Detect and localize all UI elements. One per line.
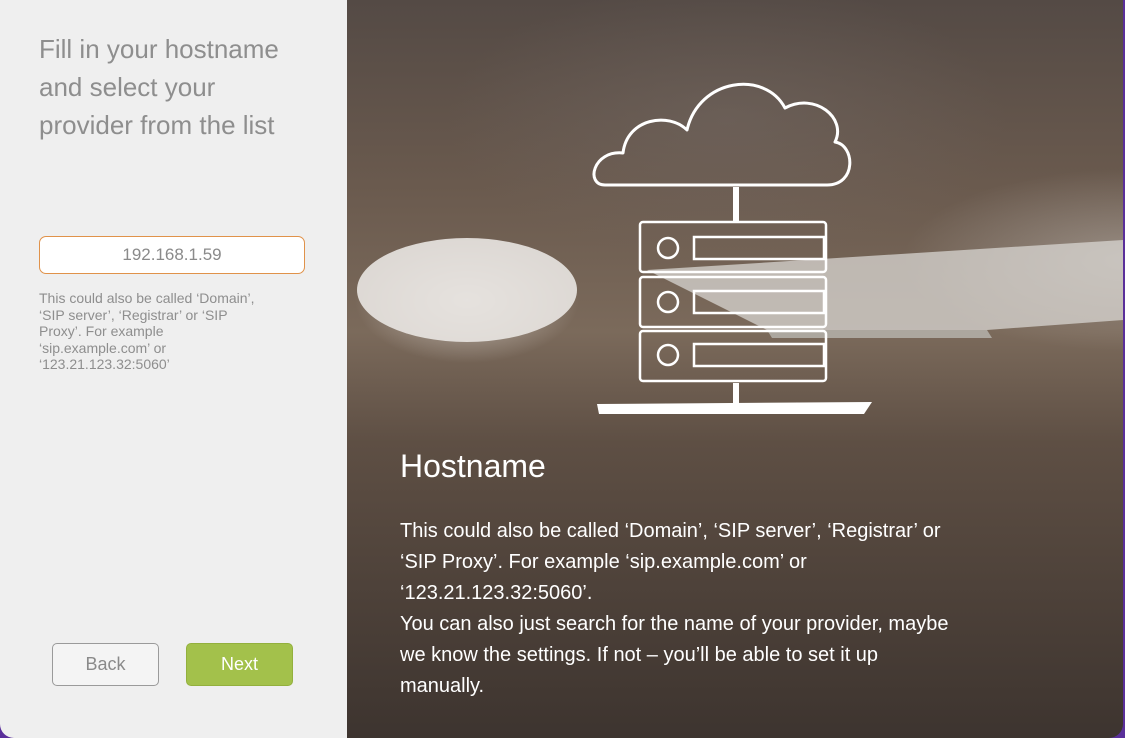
info-description: This could also be called ‘Domain’, ‘SIP… — [400, 520, 949, 697]
back-button[interactable]: Back — [52, 643, 159, 686]
laptop-illustration — [647, 240, 1123, 338]
left-panel: Fill in your hostname and select your pr… — [0, 0, 347, 738]
info-title: Hostname — [400, 448, 546, 484]
next-button[interactable]: Next — [186, 643, 293, 686]
hostname-input[interactable] — [39, 236, 305, 274]
setup-window: Fill in your hostname and select your pr… — [0, 0, 1123, 738]
mouse-illustration — [357, 238, 577, 342]
info-panel: Hostname This could also be called ‘Doma… — [347, 0, 1123, 738]
page-heading: Fill in your hostname and select your pr… — [39, 34, 279, 140]
hostname-hint: This could also be called ‘Domain’, ‘SIP… — [39, 290, 255, 372]
